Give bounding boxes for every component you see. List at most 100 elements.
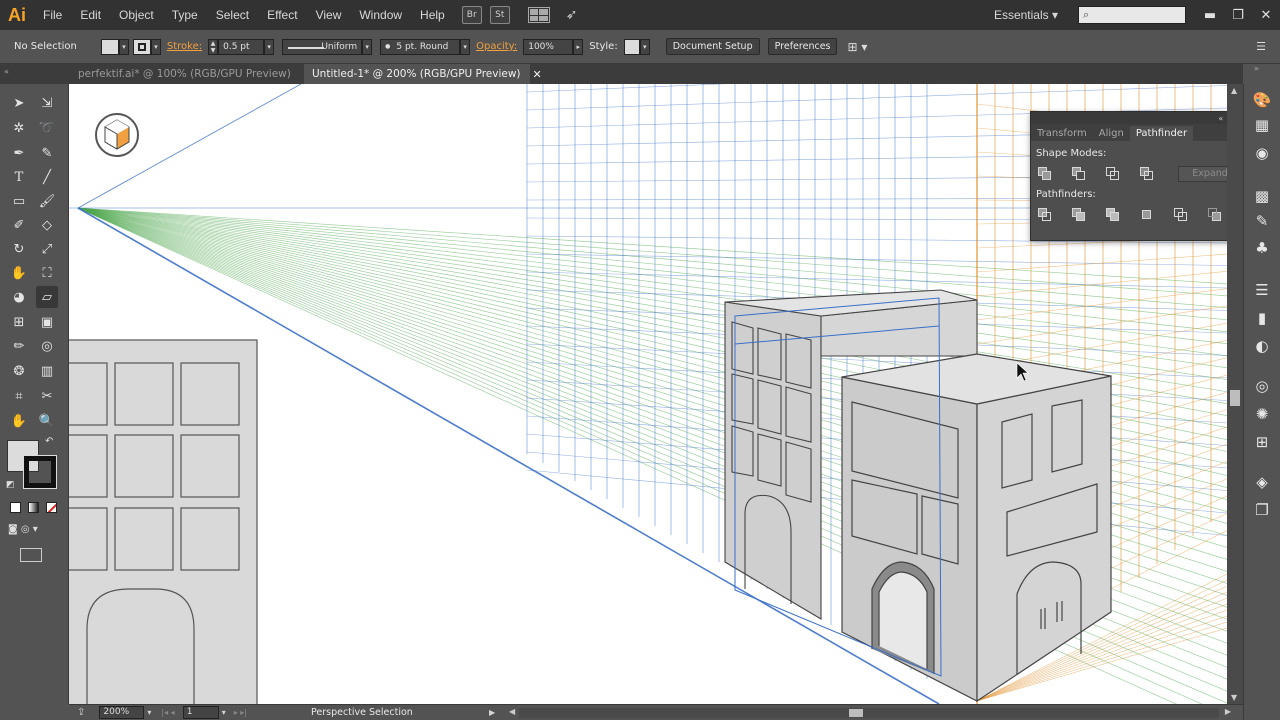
graphic-style-dropdown[interactable]: ▾ <box>639 38 650 55</box>
zoom-field[interactable]: 200% <box>99 706 145 719</box>
scale-icon[interactable]: ⤢ <box>36 238 58 260</box>
symbols-icon[interactable]: ♣ <box>1252 238 1272 258</box>
screen-mode-icon[interactable] <box>20 548 42 562</box>
line-icon[interactable]: ╱ <box>36 166 58 188</box>
menu-object[interactable]: Object <box>110 8 163 22</box>
stroke-profile-dropdown[interactable]: ▾ <box>362 38 373 55</box>
free-transform-icon[interactable]: ⛶ <box>36 262 58 284</box>
perspective-grid-icon[interactable]: ▱ <box>36 286 58 308</box>
appearance-icon[interactable]: ◎ <box>1252 376 1272 396</box>
zoom-dropdown-icon[interactable]: ▾ <box>147 708 151 717</box>
collapse-panel-icon[interactable]: « <box>1218 114 1223 123</box>
horizontal-scrollbar[interactable]: ◀ ▶ <box>509 707 1231 718</box>
menu-help[interactable]: Help <box>411 8 454 22</box>
color-guide-icon[interactable]: ▦ <box>1252 115 1272 135</box>
graphic-style-swatch[interactable] <box>623 38 640 55</box>
opacity-arrow[interactable]: ▸ <box>573 38 584 55</box>
asset-export-icon[interactable]: ⊞ <box>1252 432 1272 452</box>
scroll-thumb[interactable] <box>1230 390 1240 406</box>
tab-close-icon[interactable]: ✕ <box>533 68 542 81</box>
rotate-icon[interactable]: ↻ <box>8 238 30 260</box>
collapse-toolbar-icon[interactable]: « <box>4 67 9 76</box>
lasso-icon[interactable]: ➰ <box>36 117 58 139</box>
artboard-number-field[interactable]: 1 <box>182 706 219 719</box>
stroke-panel-icon[interactable]: ☰ <box>1252 280 1272 300</box>
eyedropper-icon[interactable]: ✏ <box>8 335 30 357</box>
swap-colors-icon[interactable]: ↶ <box>45 436 53 447</box>
stroke-label[interactable]: Stroke: <box>167 41 202 52</box>
scroll-right-icon[interactable]: ▶ <box>1225 707 1231 716</box>
color-mode-icon[interactable] <box>10 502 21 513</box>
panel-header[interactable]: « ✕ <box>1031 112 1244 124</box>
gradient-panel-icon[interactable]: ▮ <box>1252 308 1272 328</box>
mesh-icon[interactable]: ⊞ <box>8 311 30 333</box>
magic-wand-icon[interactable]: ✲ <box>8 117 30 139</box>
column-graph-icon[interactable]: ▥ <box>36 360 58 382</box>
hscroll-thumb[interactable] <box>849 709 863 717</box>
zoom-icon[interactable]: 🔍 <box>36 410 58 432</box>
scroll-up-icon[interactable]: ▲ <box>1231 86 1237 95</box>
tab-pathfinder[interactable]: Pathfinder <box>1129 126 1194 141</box>
stock-button[interactable]: St <box>489 6 510 24</box>
transparency-icon[interactable]: ◐ <box>1252 336 1272 356</box>
gpu-performance-icon[interactable]: ➶ <box>566 7 578 23</box>
menu-select[interactable]: Select <box>207 8 258 22</box>
brushes-icon[interactable]: ✎ <box>1252 211 1272 231</box>
scroll-left-icon[interactable]: ◀ <box>509 707 515 716</box>
slice-icon[interactable]: ✂ <box>36 385 58 407</box>
swatches-icon[interactable]: ▩ <box>1252 186 1272 206</box>
vertical-scrollbar[interactable]: ▲ ▼ <box>1227 84 1243 704</box>
tab-transform[interactable]: Transform <box>1031 126 1093 141</box>
merge-icon[interactable] <box>1104 206 1121 223</box>
eraser-icon[interactable]: ◇ <box>36 214 58 236</box>
menu-file[interactable]: File <box>34 8 71 22</box>
hand-icon[interactable]: ✋ <box>8 410 30 432</box>
none-mode-icon[interactable] <box>46 502 57 513</box>
document-setup-button[interactable]: Document Setup <box>665 38 760 55</box>
drawing-modes-icon[interactable]: ◙ ◎ ▾ <box>8 524 54 538</box>
expand-dock-icon[interactable]: » <box>1254 64 1259 73</box>
trim-icon[interactable] <box>1070 206 1087 223</box>
menu-view[interactable]: View <box>307 8 351 22</box>
minus-front-icon[interactable] <box>1070 165 1087 182</box>
arrange-documents-icon[interactable] <box>527 7 550 23</box>
scroll-down-icon[interactable]: ▼ <box>1231 693 1237 702</box>
divide-icon[interactable] <box>1036 206 1053 223</box>
menu-edit[interactable]: Edit <box>71 8 110 22</box>
cc-libraries-icon[interactable]: ◉ <box>1252 143 1272 163</box>
opacity-label[interactable]: Opacity: <box>476 41 517 52</box>
shaper-icon[interactable]: ✐ <box>8 214 30 236</box>
arrange-icon[interactable]: ⊞ ▾ <box>847 40 867 54</box>
control-panel-menu-icon[interactable]: ☰ <box>1256 40 1266 53</box>
artboards-icon[interactable]: ❐ <box>1252 500 1272 520</box>
close-icon[interactable]: ✕ <box>1252 8 1280 23</box>
menu-window[interactable]: Window <box>350 8 411 22</box>
default-colors-icon[interactable]: ◩ <box>6 480 15 490</box>
warp-icon[interactable]: ✋ <box>8 262 30 284</box>
outline-icon[interactable] <box>1172 206 1189 223</box>
fill-swatch[interactable] <box>100 38 119 55</box>
type-icon[interactable]: T <box>8 166 30 188</box>
status-menu-arrow-icon[interactable]: ▶ <box>489 708 495 717</box>
tab-perfektif[interactable]: perfektif.ai* @ 100% (RGB/GPU Preview) ✕ <box>70 64 312 84</box>
rectangle-icon[interactable]: ▭ <box>8 190 30 212</box>
gradient-icon[interactable]: ▣ <box>36 311 58 333</box>
restore-icon[interactable]: ❐ <box>1224 8 1252 23</box>
exclude-icon[interactable] <box>1138 165 1155 182</box>
first-artboard-icon[interactable]: |◂ ◂ <box>161 708 174 717</box>
preferences-button[interactable]: Preferences <box>767 38 838 55</box>
stroke-weight-field[interactable]: 0.5 pt <box>218 38 265 55</box>
crop-icon[interactable] <box>1138 206 1155 223</box>
paintbrush-icon[interactable]: 🖌 <box>36 190 58 212</box>
stroke-swatch[interactable] <box>132 38 151 55</box>
brush-dropdown[interactable]: ▾ <box>460 38 471 55</box>
stroke-stepper[interactable]: ▲ ▼ <box>208 38 219 55</box>
unite-icon[interactable] <box>1036 165 1053 182</box>
tab-align[interactable]: Align <box>1093 126 1130 141</box>
layers-icon[interactable]: ◈ <box>1252 472 1272 492</box>
shape-builder-icon[interactable]: ◕ <box>8 286 30 308</box>
graphic-styles-icon[interactable]: ✺ <box>1252 404 1272 424</box>
blend-icon[interactable]: ◎ <box>36 335 58 357</box>
bridge-button[interactable]: Br <box>461 6 482 24</box>
share-icon[interactable]: ⇪ <box>77 707 85 718</box>
